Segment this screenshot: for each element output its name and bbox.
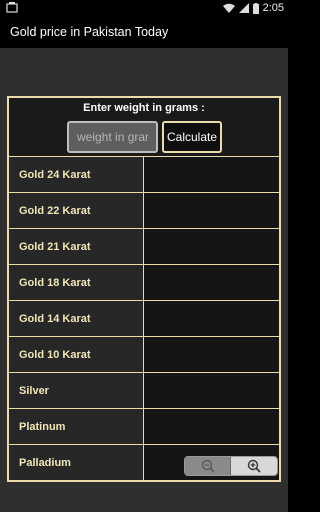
calculate-button[interactable]: Calculate [162,121,222,153]
row-label: Gold 14 Karat [9,301,144,336]
table-row: Gold 14 Karat [9,300,279,336]
calculator-card: Enter weight in grams : Calculate Gold 2… [7,96,281,482]
android-notification-icon [6,2,18,13]
row-value [144,373,279,408]
battery-icon [252,2,259,14]
app-title: Gold price in Pakistan Today [10,25,169,39]
app-bar: Gold price in Pakistan Today [0,16,288,48]
weight-prompt-label: Enter weight in grams : [83,102,205,114]
weight-input[interactable] [67,121,158,153]
table-row: Gold 21 Karat [9,228,279,264]
row-value [144,229,279,264]
table-row: Gold 10 Karat [9,336,279,372]
row-label: Gold 24 Karat [9,157,144,192]
row-label: Gold 22 Karat [9,193,144,228]
row-value [144,337,279,372]
row-label: Palladium [9,445,144,480]
row-label: Gold 21 Karat [9,229,144,264]
table-row: Platinum [9,408,279,444]
table-row: Gold 22 Karat [9,192,279,228]
wifi-icon [222,3,235,13]
table-row: Gold 24 Karat [9,156,279,192]
status-bar: 2:05 [0,0,288,16]
row-label: Gold 10 Karat [9,337,144,372]
zoom-in-icon [247,459,261,473]
row-value [144,409,279,444]
zoom-out-icon [201,459,215,473]
table-row: Silver [9,372,279,408]
zoom-out-button[interactable] [185,457,232,475]
clock-time: 2:05 [262,2,284,14]
price-table: Gold 24 Karat Gold 22 Karat Gold 21 Kara… [9,156,279,480]
input-header: Enter weight in grams : Calculate [9,98,279,156]
row-label: Silver [9,373,144,408]
zoom-in-button[interactable] [231,457,277,475]
row-label: Gold 18 Karat [9,265,144,300]
row-label: Platinum [9,409,144,444]
signal-icon [238,3,249,13]
table-row: Gold 18 Karat [9,264,279,300]
row-value [144,265,279,300]
row-value [144,301,279,336]
row-value [144,157,279,192]
zoom-controls [184,456,278,476]
row-value [144,193,279,228]
